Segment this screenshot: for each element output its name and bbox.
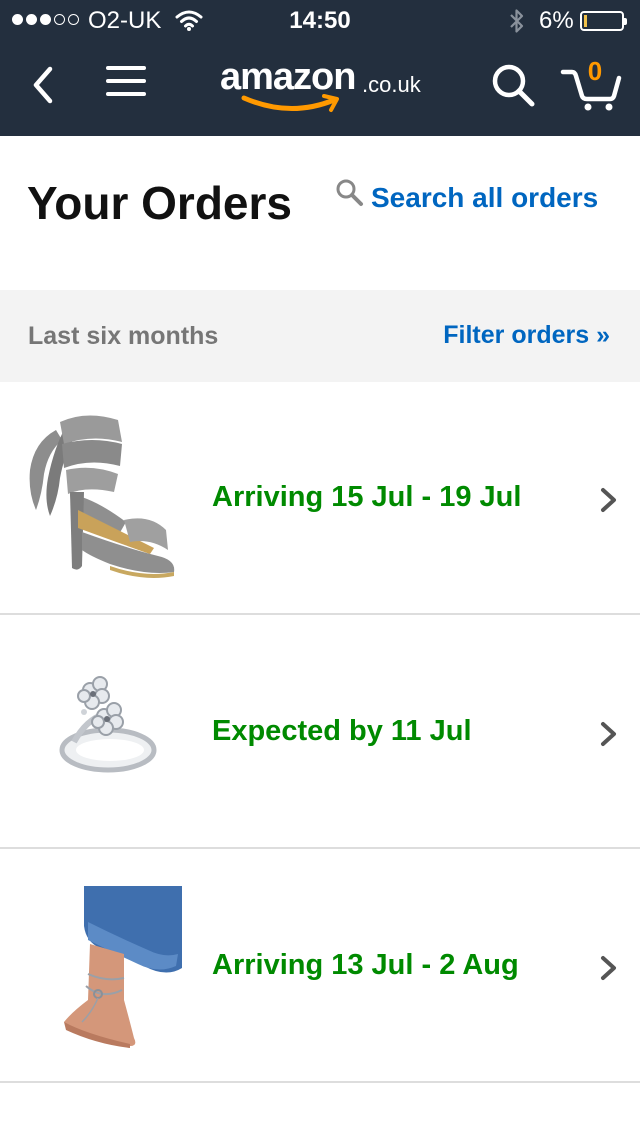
bluetooth-icon [510,9,524,33]
order-row[interactable]: Expected by 11 Jul [0,616,640,849]
filter-band: Last six months Filter orders » [0,290,640,382]
battery-percent: 6% [539,7,574,34]
order-thumbnail-sandal [26,382,186,615]
top-bar: O2-UK 14:50 6% amazon .co.uk 0 [0,0,640,136]
battery-level [584,15,587,27]
hamburger-menu-icon[interactable] [106,66,146,100]
filter-orders-link[interactable]: Filter orders » [443,321,610,350]
search-orders-icon [336,179,363,206]
order-delivery-status: Arriving 13 Jul - 2 Aug [212,949,519,981]
page-title: Your Orders [27,177,292,229]
order-row[interactable]: Arriving 13 Jul - 2 Aug [0,850,640,1083]
logo-domain: .co.uk [362,72,421,97]
order-thumbnail-ring [26,616,186,849]
search-all-orders-link[interactable]: Search all orders [335,179,599,214]
order-delivery-status: Expected by 11 Jul [212,715,472,747]
chevron-right-icon [601,956,616,980]
chevron-right-icon [601,488,616,512]
cart-button[interactable]: 0 [560,56,622,112]
battery-icon [580,11,627,31]
smile-arrow-icon [241,94,339,112]
back-arrow-icon[interactable] [28,64,58,106]
order-row[interactable]: Arriving 15 Jul - 19 Jul [0,382,640,615]
search-icon[interactable] [490,62,536,108]
search-all-orders-label: Search all orders [371,182,599,213]
time-range-label: Last six months [28,322,219,350]
order-delivery-status: Arriving 15 Jul - 19 Jul [212,481,522,513]
nav-bar: amazon .co.uk 0 [0,42,640,136]
status-bar: O2-UK 14:50 6% [0,0,640,42]
order-thumbnail-anklet [26,850,186,1083]
cart-count: 0 [587,56,603,86]
chevron-right-icon [601,722,616,746]
amazon-logo[interactable]: amazon .co.uk [220,56,430,116]
